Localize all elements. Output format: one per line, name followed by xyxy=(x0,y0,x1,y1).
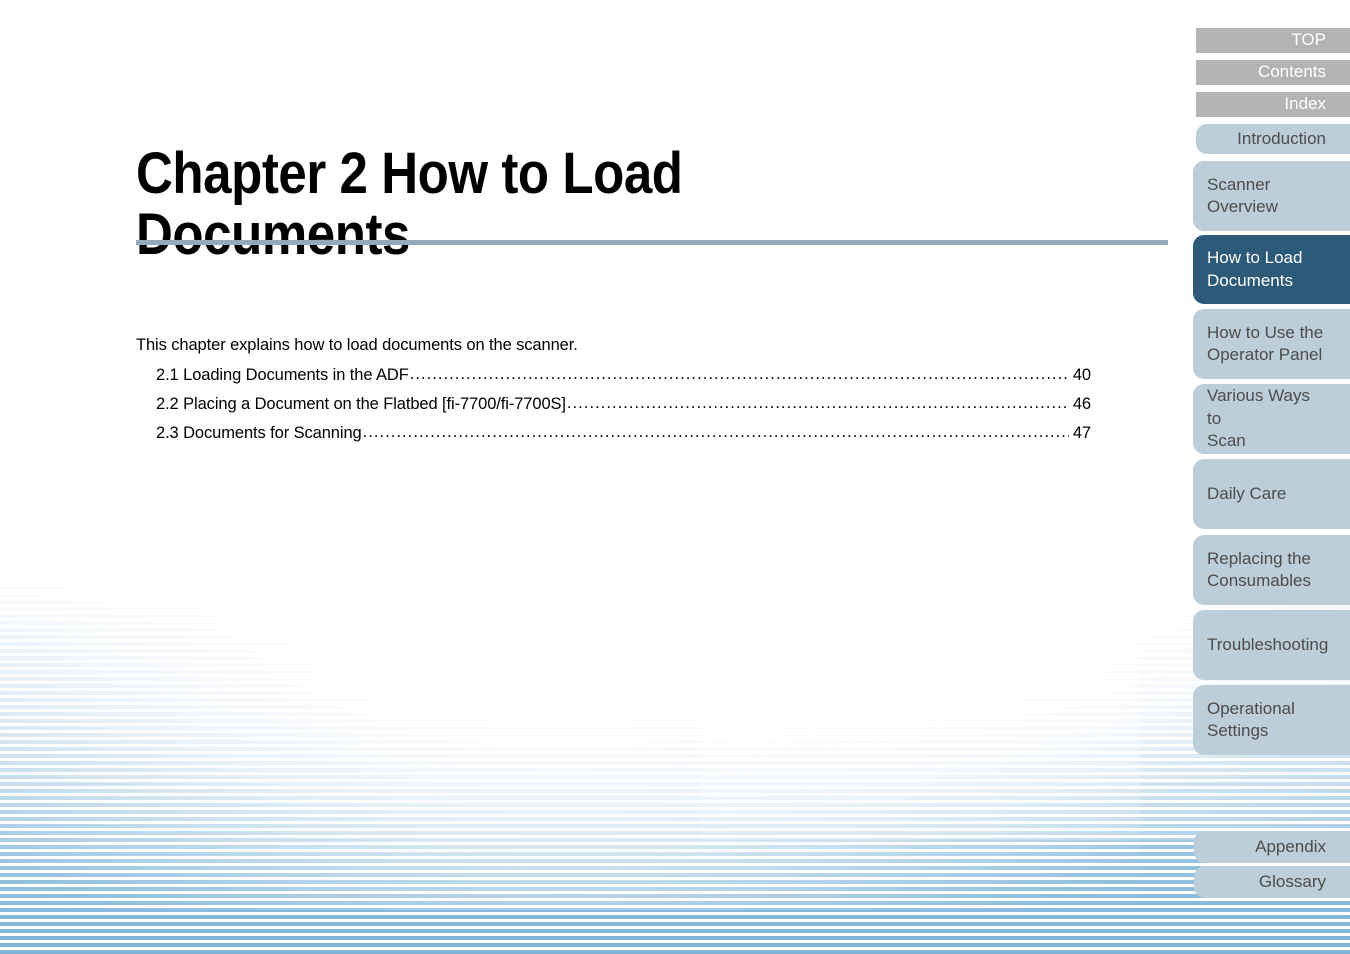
sidebar-item-label: How to Use the Operator Panel xyxy=(1207,322,1324,364)
toc-entry[interactable]: 2.1 Loading Documents in the ADF .......… xyxy=(156,365,1091,385)
table-of-contents: 2.1 Loading Documents in the ADF .......… xyxy=(156,365,1091,453)
sidebar-item-how-to-use-the-operator-panel[interactable]: How to Use the Operator Panel xyxy=(1193,309,1350,379)
toc-entry[interactable]: 2.3 Documents for Scanning .............… xyxy=(156,423,1091,443)
chapter-intro-text: This chapter explains how to load docume… xyxy=(136,335,578,354)
toc-entry[interactable]: 2.2 Placing a Document on the Flatbed [f… xyxy=(156,394,1091,414)
toc-entry-page: 47 xyxy=(1072,424,1091,442)
sidebar-item-top[interactable]: TOP xyxy=(1196,28,1350,53)
sidebar-item-index[interactable]: Index xyxy=(1196,92,1350,117)
sidebar-item-label: Index xyxy=(1284,94,1326,114)
sidebar-item-label: Contents xyxy=(1257,62,1326,82)
toc-dot-leader: ........................................… xyxy=(362,423,1069,441)
sidebar-item-label: Daily Care xyxy=(1207,483,1287,503)
sidebar-item-replacing-the-consumables[interactable]: Replacing the Consumables xyxy=(1193,535,1350,605)
sidebar-item-how-to-load-documents[interactable]: How to Load Documents xyxy=(1193,235,1350,304)
page-content: Chapter 2 How to Load Documents This cha… xyxy=(0,0,1190,954)
page-title: Chapter 2 How to Load Documents xyxy=(136,140,683,268)
toc-entry-label: 2.1 Loading Documents in the ADF xyxy=(156,366,409,384)
sidebar-item-glossary[interactable]: Glossary xyxy=(1194,866,1350,898)
toc-entry-page: 46 xyxy=(1072,395,1091,413)
toc-entry-label: 2.2 Placing a Document on the Flatbed [f… xyxy=(156,395,566,413)
sidebar-item-troubleshooting[interactable]: Troubleshooting xyxy=(1193,610,1350,680)
title-divider xyxy=(136,240,1168,245)
sidebar-item-scanner-overview[interactable]: Scanner Overview xyxy=(1193,161,1350,231)
sidebar-item-contents[interactable]: Contents xyxy=(1196,60,1350,85)
sidebar-item-various-ways-to-scan[interactable]: Various Ways to Scan xyxy=(1193,384,1350,454)
toc-entry-label: 2.3 Documents for Scanning xyxy=(156,424,362,442)
navigation-sidebar: TOP Contents Index Introduction Scanner … xyxy=(1190,0,1350,954)
sidebar-item-label: Scanner Overview xyxy=(1207,174,1278,216)
toc-entry-page: 40 xyxy=(1072,366,1091,384)
sidebar-item-appendix[interactable]: Appendix xyxy=(1194,831,1350,863)
sidebar-item-label: TOP xyxy=(1291,30,1326,50)
sidebar-item-label: Glossary xyxy=(1258,871,1326,891)
sidebar-item-label: Various Ways to Scan xyxy=(1207,386,1310,451)
sidebar-item-label: Appendix xyxy=(1255,836,1326,856)
sidebar-item-label: Troubleshooting xyxy=(1207,634,1329,654)
sidebar-item-introduction[interactable]: Introduction xyxy=(1196,124,1350,154)
sidebar-item-operational-settings[interactable]: Operational Settings xyxy=(1193,685,1350,755)
sidebar-item-daily-care[interactable]: Daily Care xyxy=(1193,459,1350,529)
sidebar-item-label: Replacing the Consumables xyxy=(1207,548,1311,590)
sidebar-item-label: How to Load Documents xyxy=(1207,248,1303,290)
toc-dot-leader: ........................................… xyxy=(566,394,1069,412)
sidebar-item-label: Operational Settings xyxy=(1207,698,1295,740)
toc-dot-leader: ........................................… xyxy=(409,365,1069,383)
sidebar-item-label: Introduction xyxy=(1237,128,1326,148)
